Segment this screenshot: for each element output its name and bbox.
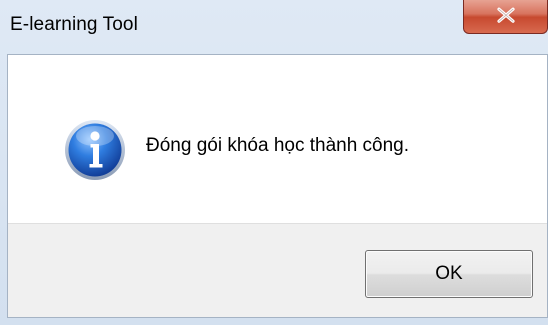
window-bottom-border xyxy=(0,318,548,325)
window-title: E-learning Tool xyxy=(10,14,138,35)
button-bar: OK xyxy=(8,223,547,317)
ok-button[interactable]: OK xyxy=(365,250,533,298)
message-area: Đóng gói khóa học thành công. xyxy=(8,55,547,223)
title-bar[interactable]: E-learning Tool xyxy=(0,0,548,54)
message-box-window: E-learning Tool Đóng gói khóa học thành … xyxy=(0,0,548,325)
close-icon xyxy=(496,7,515,23)
dialog-body: Đóng gói khóa học thành công. OK xyxy=(7,54,548,318)
information-icon xyxy=(65,120,125,180)
close-button[interactable] xyxy=(463,0,548,34)
message-text: Đóng gói khóa học thành công. xyxy=(146,135,410,156)
